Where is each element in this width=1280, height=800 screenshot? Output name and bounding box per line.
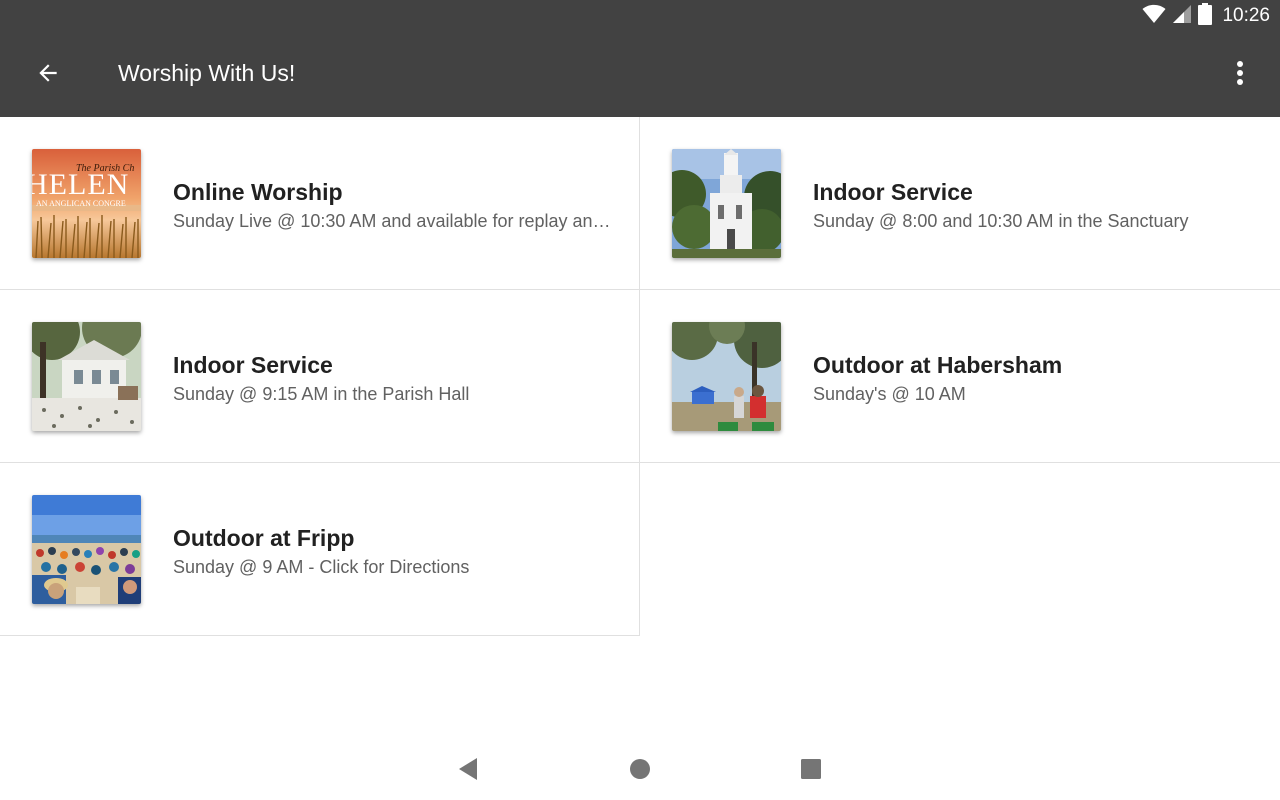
card-online-worship[interactable]: The Parish Ch HELEN AN ANGLICAN CONGRE O…	[0, 117, 640, 290]
thumb-text-tagline: AN ANGLICAN CONGRE	[36, 199, 126, 208]
card-text: Online Worship Sunday Live @ 10:30 AM an…	[173, 177, 613, 233]
card-outdoor-fripp[interactable]: Outdoor at Fripp Sunday @ 9 AM - Click f…	[0, 463, 640, 636]
card-subtitle: Sunday Live @ 10:30 AM and available for…	[173, 211, 613, 231]
card-title: Outdoor at Habersham	[813, 352, 1063, 378]
card-thumbnail	[32, 495, 141, 604]
system-nav-bar	[0, 737, 1280, 800]
status-icons: 10:26	[1142, 0, 1270, 32]
card-indoor-service-sanctuary[interactable]: Indoor Service Sunday @ 8:00 and 10:30 A…	[640, 117, 1280, 290]
card-outdoor-habersham[interactable]: Outdoor at Habersham Sunday's @ 10 AM	[640, 290, 1280, 463]
card-text: Outdoor at Habersham Sunday's @ 10 AM	[813, 350, 1253, 406]
card-text: Outdoor at Fripp Sunday @ 9 AM - Click f…	[173, 523, 613, 579]
card-text: Indoor Service Sunday @ 8:00 and 10:30 A…	[813, 177, 1253, 233]
nav-home-button[interactable]	[622, 753, 658, 789]
nav-recents-button[interactable]	[793, 753, 829, 789]
back-button[interactable]	[22, 52, 74, 98]
card-title: Indoor Service	[173, 352, 333, 378]
nav-back-icon	[457, 757, 479, 786]
page-title: Worship With Us!	[118, 60, 296, 86]
cell-signal-icon	[1172, 4, 1192, 29]
more-vert-icon	[1236, 60, 1244, 91]
wifi-icon	[1142, 4, 1166, 29]
card-title: Outdoor at Fripp	[173, 525, 355, 551]
overflow-menu-button[interactable]	[1220, 52, 1260, 98]
battery-icon	[1198, 2, 1213, 30]
nav-recents-icon	[800, 758, 822, 785]
thumb-text-large: HELEN	[32, 168, 129, 201]
app-bar: Worship With Us!	[0, 32, 1280, 117]
card-text: Indoor Service Sunday @ 9:15 AM in the P…	[173, 350, 613, 406]
card-subtitle: Sunday @ 9:15 AM in the Parish Hall	[173, 384, 470, 404]
card-title: Indoor Service	[813, 179, 973, 205]
card-subtitle: Sunday's @ 10 AM	[813, 384, 966, 404]
status-bar: 10:26	[0, 0, 1280, 32]
worship-grid: The Parish Ch HELEN AN ANGLICAN CONGRE O…	[0, 117, 1280, 637]
card-thumbnail: The Parish Ch HELEN AN ANGLICAN CONGRE	[32, 149, 141, 258]
card-subtitle: Sunday @ 8:00 and 10:30 AM in the Sanctu…	[813, 211, 1189, 231]
nav-back-button[interactable]	[450, 753, 486, 789]
card-thumbnail	[32, 322, 141, 431]
card-thumbnail	[672, 322, 781, 431]
card-indoor-service-parish-hall[interactable]: Indoor Service Sunday @ 9:15 AM in the P…	[0, 290, 640, 463]
card-subtitle: Sunday @ 9 AM - Click for Directions	[173, 557, 470, 577]
status-time: 10:26	[1222, 5, 1270, 26]
nav-home-icon	[629, 758, 651, 785]
arrow-back-icon	[35, 60, 61, 91]
card-thumbnail	[672, 149, 781, 258]
card-title: Online Worship	[173, 179, 343, 205]
